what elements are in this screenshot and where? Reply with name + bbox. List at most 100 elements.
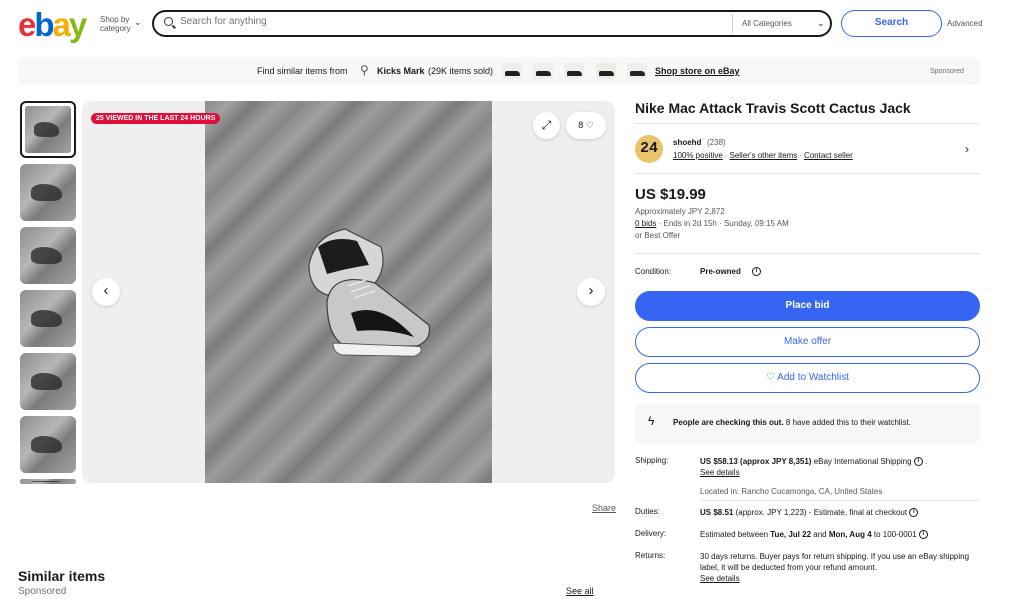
info-icon[interactable]: i [913,457,923,467]
price: US $19.99 [635,186,706,203]
shop-by-category-button[interactable]: Shop by category [100,15,131,33]
seller-links: 100% positive · Seller's other items · Conta… [673,151,853,160]
condition-label: Condition: [635,267,672,276]
alert-bold: People are checking this out. [673,418,784,427]
positive-feedback-link[interactable]: 100% positive [673,151,723,160]
shop-by-label: Shop by [100,15,130,24]
returns-text: 30 days returns. Buyer pays for return s… [700,552,970,572]
shop-store-link[interactable]: Shop store on eBay [655,66,740,76]
sneaker-illustration [308,228,431,357]
viewed-badge: 25 VIEWED IN THE LAST 24 HOURS [91,113,221,124]
seller-name[interactable]: shoehd [673,138,701,147]
delivery-post: to 100-0001 [871,530,917,539]
contact-seller-link[interactable]: Contact seller [804,151,853,160]
store-name[interactable]: Kicks Mark [377,66,425,76]
store-item-thumbnail[interactable] [627,63,647,79]
expand-icon[interactable]: ⤢ [533,112,560,139]
logo-letter: b [34,6,54,43]
gallery-thumbnail[interactable] [20,290,76,347]
gallery-thumbnail[interactable] [20,416,76,473]
chevron-left-icon[interactable]: ‹ [92,278,120,306]
duties-note: (approx. JPY 1,223) - Estimate, final at… [733,508,908,517]
sponsored-label: Sponsored [930,68,964,75]
bids-line: 0 bids · Ends in 2d 15h · Sunday, 09:15 … [635,219,789,228]
alert-rest: 8 have added this to their watchlist. [783,418,911,427]
gallery-thumbnail[interactable] [20,479,76,484]
store-item-thumbnail[interactable] [596,63,616,79]
divider [700,500,980,501]
gallery-thumbnail[interactable] [20,227,76,284]
info-icon[interactable]: i [918,530,928,540]
returns-value: 30 days returns. Buyer pays for return s… [700,551,980,584]
share-link[interactable]: Share [592,503,616,513]
seller-other-items-link[interactable]: Seller's other items [729,151,797,160]
delivery-label: Delivery: [635,529,667,538]
divider [635,253,980,254]
best-offer-label: or Best Offer [635,231,681,240]
advanced-search-link[interactable]: Advanced [947,19,983,28]
delivery-date-start: Tue, Jul 22 [770,530,812,539]
divider [635,123,980,124]
category-select[interactable]: All Categories [742,19,792,28]
chevron-right-icon[interactable]: › [965,142,969,156]
gallery-thumbnail[interactable] [20,101,76,158]
watchers-alert-text: People are checking this out. 8 have add… [673,418,911,427]
chevron-down-icon: ⌄ [134,17,142,27]
shipping-method: eBay International Shipping [811,457,912,466]
store-icon: ⚲ [360,63,369,77]
make-offer-button[interactable]: Make offer [635,327,980,357]
gallery-thumbnail[interactable] [20,353,76,410]
info-icon[interactable]: i [909,508,919,518]
bids-link[interactable]: 0 bids [635,219,656,228]
chevron-down-icon: ⌄ [817,18,825,28]
seller-feedback-count: (238) [707,138,726,147]
similar-items-title: Similar items [18,568,106,584]
shipping-price: US $58.13 (approx JPY 8,351) [700,457,812,466]
avatar[interactable]: 24 [635,135,663,163]
returns-label: Returns: [635,551,666,560]
divider [635,173,980,174]
divider [732,14,733,33]
delivery-value: Estimated between Tue, Jul 22 and Mon, A… [700,529,980,540]
delivery-and: and [811,530,829,539]
logo-letter: a [52,6,71,43]
search-button[interactable]: Search [841,10,942,37]
heart-icon: ♡ [585,120,594,130]
watch-button[interactable]: 8 ♡ [566,112,606,139]
search-input[interactable] [180,16,720,27]
delivery-date-end: Mon, Aug 4 [828,530,872,539]
store-banner-prefix: Find similar items from [257,66,348,76]
lightning-icon: ϟ [648,414,655,428]
duties-value: US $8.51 (approx. JPY 1,223) - Estimate,… [700,507,980,518]
search-icon [164,17,173,26]
add-to-watchlist-button[interactable]: ♡ Add to Watchlist [635,363,980,393]
store-items-sold: (29K items sold) [428,66,494,76]
duties-price: US $8.51 [700,508,734,517]
auction-end: · Ends in 2d 15h · Sunday, 09:15 AM [658,219,789,228]
logo-letter: y [68,6,87,43]
approx-price: Approximately JPY 2,872 [635,207,725,216]
place-bid-button[interactable]: Place bid [635,291,980,321]
shipping-label: Shipping: [635,456,669,465]
see-all-link[interactable]: See all [566,586,594,596]
category-label: category [100,24,131,33]
delivery-pre: Estimated between [700,530,771,539]
returns-see-details-link[interactable]: See details [700,574,740,583]
info-icon[interactable]: i [752,267,761,276]
sponsored-label: Sponsored [18,586,67,597]
shipping-see-details-link[interactable]: See details [700,468,740,477]
location: Located in: Rancho Cucamonga, CA, United… [700,487,883,496]
logo-letter: e [18,6,36,43]
condition-value: Pre-owned [700,267,741,276]
gallery-thumbnail[interactable] [20,164,76,221]
shipping-value: US $58.13 (approx JPY 8,351) eBay Intern… [700,457,928,477]
store-item-thumbnail[interactable] [533,63,553,79]
chevron-right-icon[interactable]: › [577,278,605,306]
ebay-logo[interactable]: ebay [18,6,87,44]
store-banner [18,57,980,85]
product-photo[interactable] [205,101,492,483]
duties-label: Duties: [635,507,660,516]
store-item-thumbnail[interactable] [564,63,584,79]
store-item-thumbnail[interactable] [502,63,522,79]
watch-count: 8 [578,120,584,130]
